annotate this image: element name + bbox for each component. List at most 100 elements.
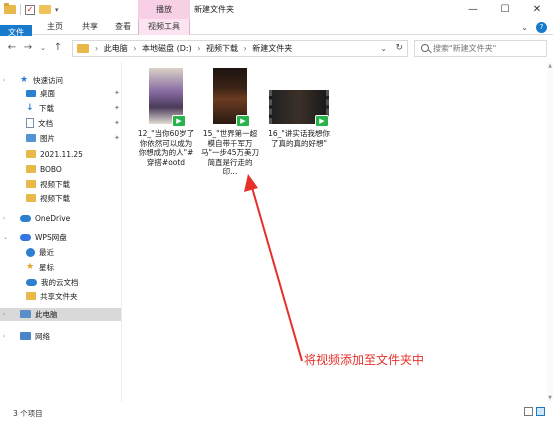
sidebar-item-desktop[interactable]: 桌面	[26, 87, 55, 100]
download-icon: ↓	[26, 102, 34, 113]
ribbon-right-controls: ⌄ ?	[521, 21, 547, 33]
search-icon	[421, 44, 429, 52]
sidebar-item-label: OneDrive	[35, 214, 71, 223]
breadcrumb-new-folder[interactable]: 新建文件夹	[252, 44, 292, 53]
details-view-icon[interactable]	[524, 407, 533, 416]
video-badge-icon: ▶	[236, 115, 250, 127]
back-arrow-icon[interactable]: ←	[6, 41, 18, 55]
folder-icon	[26, 194, 36, 202]
folder-icon	[26, 150, 36, 158]
scroll-down-icon[interactable]: ▼	[547, 394, 553, 402]
star-icon: ★	[20, 74, 29, 85]
up-arrow-icon[interactable]: ↑	[52, 41, 64, 55]
maximize-button[interactable]: ☐	[489, 0, 521, 19]
sidebar-item-folder-2021-11-25[interactable]: 2021.11.25	[26, 148, 83, 161]
sidebar-item-bobo[interactable]: BOBO	[26, 163, 62, 176]
item-count: 3 个项目	[13, 409, 43, 418]
video-badge-icon: ▶	[172, 115, 186, 127]
address-dropdown-icon[interactable]: ⌄	[380, 41, 387, 56]
wps-cloud-icon	[20, 233, 31, 241]
pin-icon[interactable]: ✦	[114, 89, 120, 97]
help-icon[interactable]: ?	[536, 21, 547, 33]
breadcrumb-separator-icon: ›	[243, 44, 247, 53]
expand-chevron-icon[interactable]: ›	[3, 311, 5, 318]
toolbar-divider	[20, 4, 21, 15]
refresh-icon[interactable]: ↻	[395, 41, 403, 56]
ribbon-tabs: 文件 主页 共享 查看 视频工具 ⌄ ?	[0, 19, 553, 41]
scroll-up-icon[interactable]: ▲	[547, 62, 553, 70]
computer-icon	[20, 310, 31, 318]
pin-icon[interactable]: ✦	[114, 119, 120, 127]
pictures-icon	[26, 134, 36, 142]
sidebar-item-label: 此电脑	[35, 310, 58, 319]
sidebar-item-quick-access[interactable]: ★ 快速访问	[20, 74, 63, 87]
tab-share[interactable]: 共享	[75, 19, 105, 35]
sidebar-item-documents[interactable]: 文档	[26, 117, 53, 130]
vertical-scrollbar[interactable]: ▲ ▼	[547, 62, 553, 402]
sidebar-item-network[interactable]: 网络	[20, 330, 50, 343]
sidebar-item-onedrive[interactable]: OneDrive	[20, 212, 70, 225]
cloud-icon	[20, 214, 31, 222]
navigation-bar: ← → ⌄ ↑ › 此电脑 › 本地磁盘 (D:) › 视频下载 › 新建文件夹…	[0, 36, 553, 60]
breadcrumb-separator-icon: ›	[197, 44, 201, 53]
file-name: 16_"讲实话我想你了真的真的好想"	[268, 129, 330, 148]
expand-chevron-icon[interactable]: ›	[3, 215, 5, 222]
shared-folder-icon	[26, 292, 36, 300]
search-box[interactable]	[414, 40, 547, 57]
sidebar-item-cloud-docs[interactable]: 我的云文档	[26, 276, 79, 289]
expand-chevron-icon[interactable]: ⌄	[3, 234, 8, 241]
large-icons-view-icon[interactable]	[536, 407, 545, 416]
sidebar-item-video-downloads-2[interactable]: 视频下载	[26, 192, 70, 205]
sidebar-item-label: 最近	[39, 248, 54, 257]
file-item[interactable]: ▶ 12_"当你60岁了你依然可以成为你想成为的人"#穿搭#ootd	[137, 68, 195, 167]
tab-video-tools[interactable]: 视频工具	[138, 19, 190, 35]
sidebar-item-pictures[interactable]: 图片	[26, 132, 55, 145]
expand-chevron-icon[interactable]: ›	[3, 333, 5, 340]
close-button[interactable]: ✕	[521, 0, 553, 19]
properties-icon[interactable]: ✓	[25, 4, 35, 15]
new-folder-icon[interactable]	[39, 5, 51, 14]
tab-view[interactable]: 查看	[108, 19, 138, 35]
file-item[interactable]: ▶ 15_"世界第一超模自带千军万马"一步45万美刀简直是行走的印...	[201, 68, 259, 177]
sidebar-item-label: 网络	[35, 332, 50, 341]
sidebar-item-label: 星标	[39, 263, 54, 272]
folder-icon	[26, 180, 36, 188]
sidebar-item-video-downloads[interactable]: 视频下载	[26, 178, 70, 191]
forward-arrow-icon[interactable]: →	[22, 41, 34, 55]
customize-toolbar-icon[interactable]: ▾	[55, 6, 59, 14]
context-tab-header: 播放	[138, 0, 190, 19]
file-item[interactable]: ▶ 16_"讲实话我想你了真的真的好想"	[266, 68, 332, 148]
breadcrumb: › 此电脑 › 本地磁盘 (D:) › 视频下载 › 新建文件夹	[95, 41, 295, 56]
sidebar-item-wps-cloud[interactable]: WPS网盘	[20, 231, 67, 244]
sidebar-item-this-pc[interactable]: 此电脑	[0, 308, 121, 321]
breadcrumb-separator-icon: ›	[133, 44, 137, 53]
sidebar-item-shared-folder[interactable]: 共享文件夹	[26, 290, 78, 303]
sidebar-item-label: 快速访问	[33, 76, 63, 85]
address-bar[interactable]: › 此电脑 › 本地磁盘 (D:) › 视频下载 › 新建文件夹 ⌄ ↻	[72, 40, 408, 57]
breadcrumb-drive-d[interactable]: 本地磁盘 (D:)	[142, 44, 192, 53]
file-name: 15_"世界第一超模自带千军万马"一步45万美刀简直是行走的印...	[201, 129, 259, 176]
search-input[interactable]	[433, 41, 543, 56]
quick-access-toolbar: ✓ ▾	[4, 3, 59, 16]
star-badge-icon: ★	[26, 261, 35, 272]
expand-chevron-icon[interactable]: ›	[3, 77, 5, 84]
title-bar: ✓ ▾ 播放 新建文件夹 — ☐ ✕	[0, 0, 553, 19]
sidebar-item-label: 下载	[39, 104, 54, 113]
pin-icon[interactable]: ✦	[114, 104, 120, 112]
tab-home[interactable]: 主页	[40, 19, 70, 35]
file-name: 12_"当你60岁了你依然可以成为你想成为的人"#穿搭#ootd	[137, 129, 195, 167]
cloud-doc-icon	[26, 278, 37, 286]
pin-icon[interactable]: ✦	[114, 134, 120, 142]
breadcrumb-video-downloads[interactable]: 视频下载	[206, 44, 238, 53]
sidebar-item-starred[interactable]: ★ 星标	[26, 261, 54, 274]
sidebar-item-downloads[interactable]: ↓ 下载	[26, 102, 54, 115]
network-icon	[20, 332, 31, 340]
breadcrumb-this-pc[interactable]: 此电脑	[104, 44, 128, 53]
recent-locations-icon[interactable]: ⌄	[38, 41, 48, 55]
sidebar-item-recent[interactable]: 最近	[26, 246, 54, 259]
folder-icon	[26, 165, 36, 173]
folder-icon	[4, 3, 16, 14]
minimize-button[interactable]: —	[457, 0, 489, 19]
expand-ribbon-icon[interactable]: ⌄	[521, 23, 528, 32]
sidebar-item-label: BOBO	[40, 165, 62, 174]
